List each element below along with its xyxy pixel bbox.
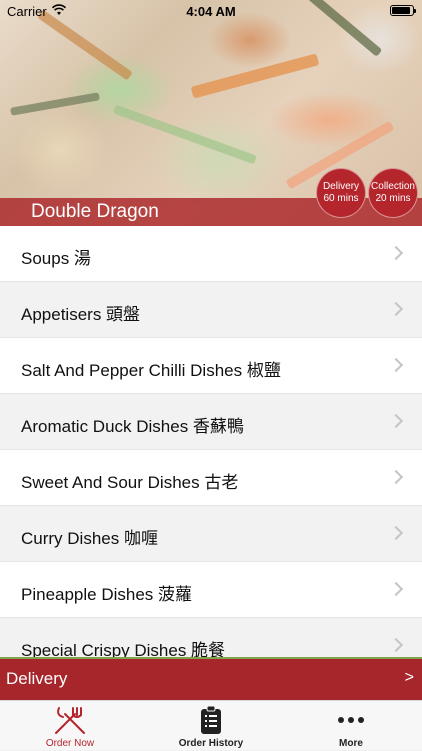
order-mode-bar[interactable]: Delivery > [0,657,422,700]
menu-item-label: Pineapple Dishes 菠蘿 [21,585,193,604]
chevron-right-icon [388,525,404,541]
tab-order-now-label: Order Now [45,738,95,749]
chevron-right-icon [388,637,404,653]
order-mode-arrow-icon: > [404,669,414,686]
menu-item-appetisers[interactable]: Appetisers 頭盤 [0,282,422,338]
delivery-time-badge: Delivery 60 mins [316,168,366,218]
menu-item-curry[interactable]: Curry Dishes 咖喱 [0,506,422,562]
chevron-right-icon [388,469,404,485]
tab-order-now[interactable]: Order Now [0,701,140,751]
menu-item-sweet-sour[interactable]: Sweet And Sour Dishes 古老 [0,450,422,506]
battery-icon [390,5,416,16]
tab-order-history-label: Order History [178,738,244,749]
chevron-right-icon [388,245,404,261]
tab-bar: Order Now Order History More [0,700,422,750]
chevron-right-icon [388,413,404,429]
delivery-badge-time: 60 mins [323,193,359,204]
more-dots-icon [338,717,364,723]
menu-item-aromatic-duck[interactable]: Aromatic Duck Dishes 香蘇鴨 [0,394,422,450]
menu-item-label: Salt And Pepper Chilli Dishes 椒鹽 [21,361,281,380]
collection-badge-time: 20 mins [375,193,411,204]
chevron-right-icon [388,357,404,373]
menu-item-salt-pepper[interactable]: Salt And Pepper Chilli Dishes 椒鹽 [0,338,422,394]
menu-item-label: Appetisers 頭盤 [21,305,141,324]
restaurant-name: Double Dragon [31,201,159,222]
menu-item-pineapple[interactable]: Pineapple Dishes 菠蘿 [0,562,422,618]
order-mode-label: Delivery [6,669,68,688]
menu-category-list[interactable]: Soups 湯 Appetisers 頭盤 Salt And Pepper Ch… [0,226,422,657]
collection-time-badge: Collection 20 mins [368,168,418,218]
menu-item-soups[interactable]: Soups 湯 [0,226,422,282]
clock-time: 4:04 AM [186,4,236,19]
menu-item-label: Curry Dishes 咖喱 [21,529,158,548]
chevron-right-icon [388,301,404,317]
clipboard-list-icon [201,705,221,734]
menu-item-label: Soups 湯 [21,249,91,268]
chevron-right-icon [388,581,404,597]
delivery-badge-title: Delivery [322,181,360,192]
menu-item-special-crispy[interactable]: Special Crispy Dishes 脆餐 [0,618,422,657]
status-bar: Carrier 4:04 AM [0,0,422,22]
collection-badge-title: Collection [371,181,415,192]
tab-more-label: More [339,738,363,749]
fork-knife-icon [55,707,85,734]
menu-item-label: Sweet And Sour Dishes 古老 [21,473,239,492]
menu-item-label: Aromatic Duck Dishes 香蘇鴨 [21,417,244,436]
menu-item-label: Special Crispy Dishes 脆餐 [21,641,226,657]
tab-order-history[interactable]: Order History [141,701,281,751]
tab-more[interactable]: More [281,701,421,751]
